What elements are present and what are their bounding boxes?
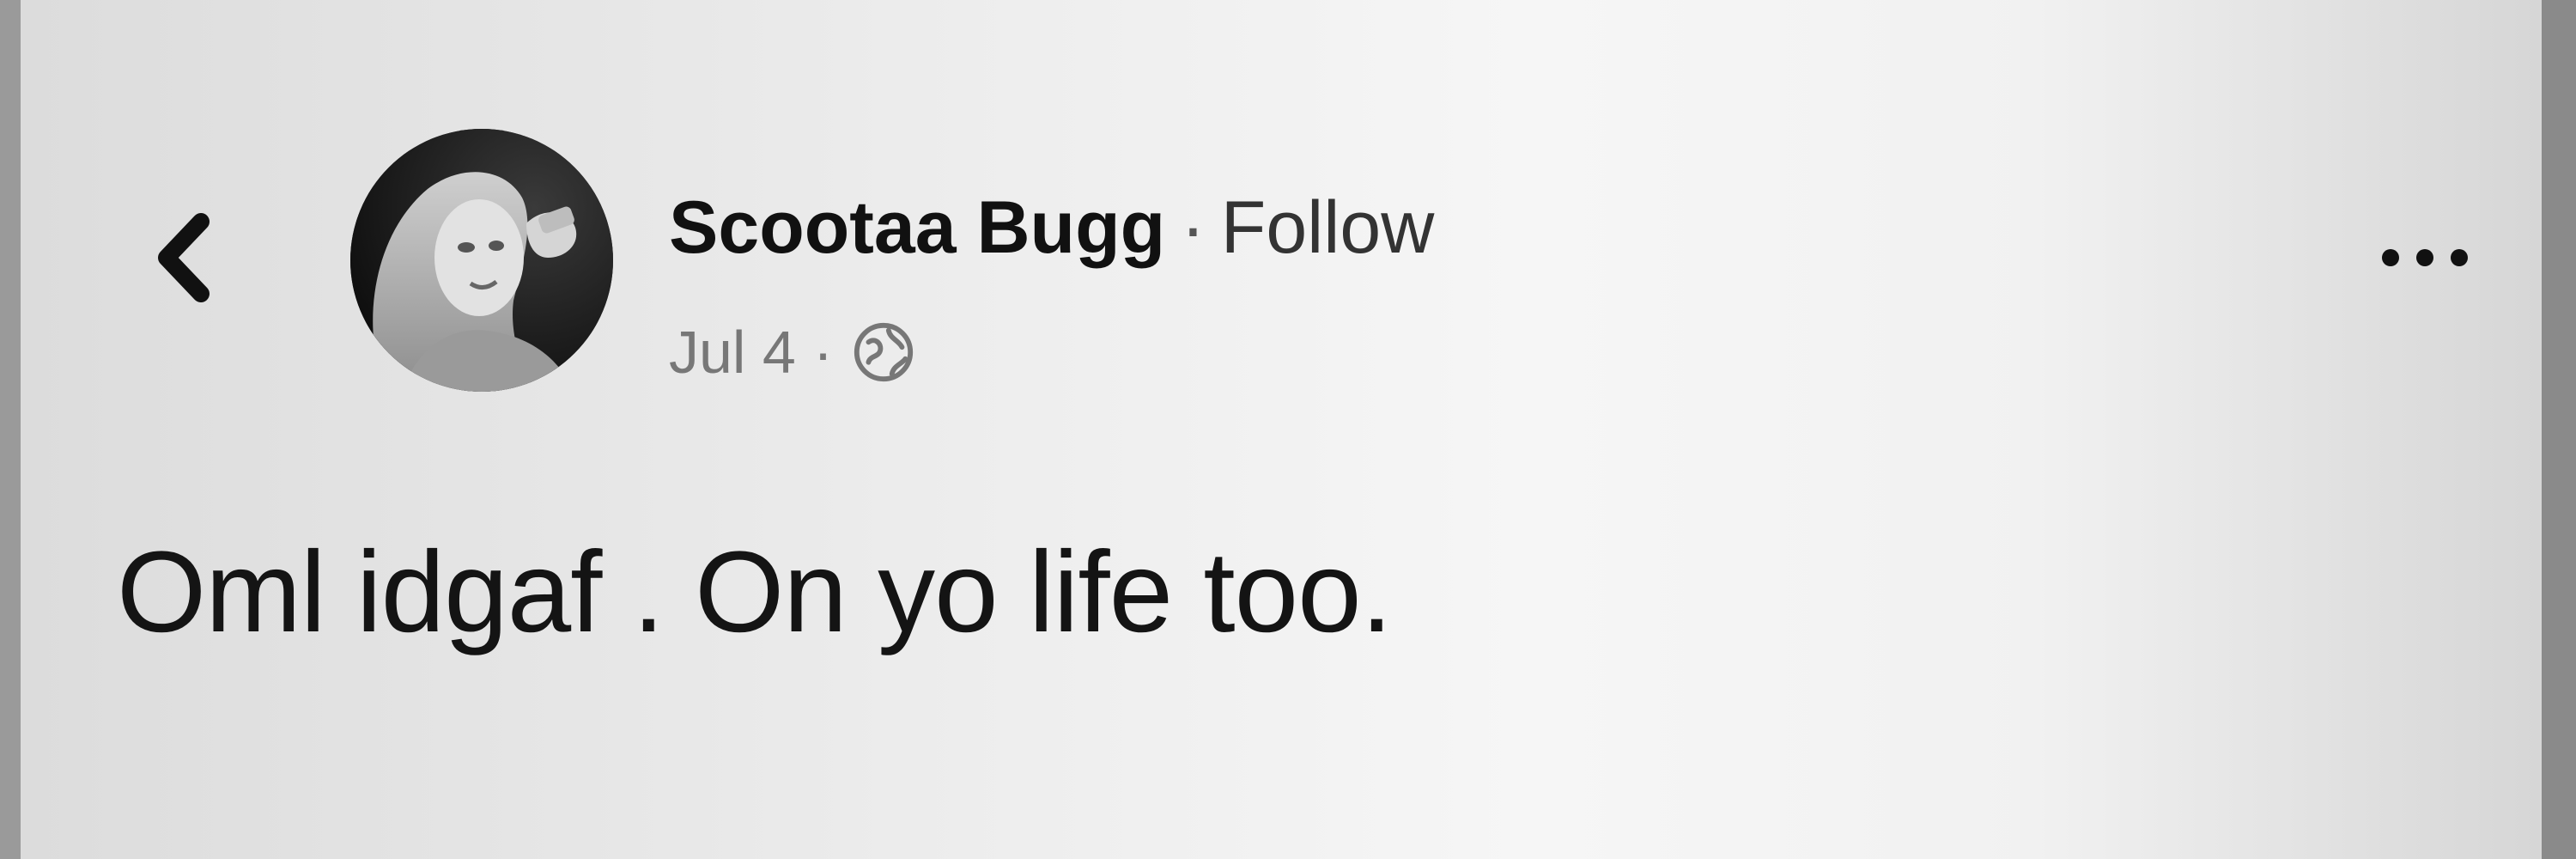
post-card: Scootaa Bugg · Follow Jul 4 · Oml idgaf . …	[0, 0, 2576, 859]
globe-icon	[854, 322, 914, 382]
separator-dot: ·	[1181, 186, 1206, 269]
chevron-left-icon	[158, 213, 210, 302]
follow-button[interactable]: Follow	[1221, 186, 1435, 269]
post-header: Scootaa Bugg · Follow Jul 4 ·	[21, 129, 2542, 404]
author-name[interactable]: Scootaa Bugg	[669, 186, 1165, 269]
meta-separator-dot: ·	[812, 319, 834, 386]
back-button[interactable]	[124, 198, 244, 318]
avatar[interactable]	[350, 129, 613, 392]
avatar-image	[350, 129, 613, 392]
author-line: Scootaa Bugg · Follow	[669, 180, 1434, 275]
post-body-text: Oml idgaf . On yo life too.	[117, 528, 1393, 656]
more-horizontal-icon	[2382, 249, 2468, 266]
post-meta: Jul 4 ·	[669, 314, 917, 391]
post-date[interactable]: Jul 4	[669, 314, 796, 391]
more-options-button[interactable]	[2356, 223, 2494, 292]
